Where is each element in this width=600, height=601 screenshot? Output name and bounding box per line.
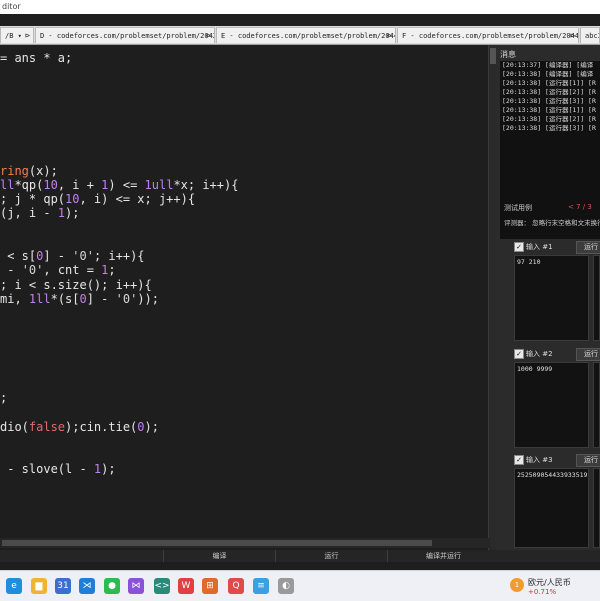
tab-b[interactable]: /B ▾ ⊳: [0, 27, 34, 43]
code-line[interactable]: ll*qp(10, i + 1) <= 1ull*x; i++){: [0, 178, 238, 192]
case-output-field[interactable]: [593, 468, 600, 548]
log-line: [20:13:38] [编译器] [编译: [502, 70, 594, 78]
action-bar: 编译 运行 编译并运行: [0, 550, 600, 562]
test-cases-title: 测试用例: [504, 204, 532, 212]
notification-badge: 1: [510, 578, 524, 592]
exchange-rate-change: +0.71%: [528, 588, 557, 596]
tab-arrow-icon: ⊳: [206, 31, 211, 40]
tab-abc[interactable]: abc38: [580, 27, 600, 43]
wps-icon[interactable]: W: [178, 578, 194, 594]
calendar-app-icon[interactable]: 31: [55, 578, 71, 594]
case-checkbox[interactable]: ✓: [514, 349, 524, 359]
case-input-field[interactable]: 252509054433933519: [514, 468, 589, 548]
log-line: [20:13:38] [运行器[1]] [R: [502, 79, 596, 87]
tab-label: abc38: [585, 32, 599, 40]
tab-label: /B ▾: [5, 32, 22, 40]
code-line[interactable]: ring(x);: [0, 164, 58, 178]
tab-bar: /B ▾ ⊳ D - codeforces.com/problemset/prob…: [0, 26, 600, 45]
test-cases-pager[interactable]: < 7 / 3: [568, 203, 592, 211]
case-output-field[interactable]: [593, 255, 600, 341]
case-label: 输入 #2: [526, 350, 553, 358]
wechat-icon[interactable]: ●: [104, 578, 120, 594]
code-line[interactable]: (j, i - 1);: [0, 206, 79, 220]
exchange-rate-widget[interactable]: 1 欧元/人民币 +0.71%: [510, 576, 600, 598]
tab-d[interactable]: D - codeforces.com/problemset/problem/20…: [35, 27, 215, 43]
case-input-field[interactable]: 1000 9999: [514, 362, 589, 448]
code-editor[interactable]: = ans * a; ring(x); ll*qp(10, i + 1) <= 1u…: [0, 45, 490, 550]
vscode-icon[interactable]: ⋊: [79, 578, 95, 594]
code-line[interactable]: ; j * qp(10, i) <= x; j++){: [0, 192, 195, 206]
messages-title: 消息: [500, 50, 516, 59]
code-line[interactable]: ; i < s.size(); i++){: [0, 278, 152, 292]
case-run-button[interactable]: 运行: [576, 454, 600, 467]
checker-label: 评测器： 忽略行末空格和文末换行: [504, 219, 600, 227]
file-explorer-icon[interactable]: ▆: [31, 578, 47, 594]
tab-label: F - codeforces.com/problemset/problem/20…: [402, 32, 579, 40]
visual-studio-icon[interactable]: ⋈: [128, 578, 144, 594]
browser-icon[interactable]: ◐: [278, 578, 294, 594]
code-line[interactable]: mi, 1ll*(s[0] - '0'));: [0, 292, 159, 306]
log-line: [20:13:38] [运行器[3]] [R: [502, 97, 596, 105]
edge-icon[interactable]: e: [6, 578, 22, 594]
tab-e[interactable]: E - codeforces.com/problemset/problem/20…: [216, 27, 396, 43]
case-label: 输入 #1: [526, 243, 553, 251]
log-line: [20:13:38] [运行器[1]] [R: [502, 106, 596, 114]
code-line[interactable]: = ans * a;: [0, 51, 72, 65]
log-line: [20:13:38] [运行器[2]] [R: [502, 115, 596, 123]
window-title: ditor: [2, 2, 21, 11]
side-panel: 消息 [20:13:37] [编译器] [编译 [20:13:38] [编译器] …: [496, 45, 600, 550]
code-line[interactable]: < s[0] - '0'; i++){: [0, 249, 144, 263]
qq-icon[interactable]: Q: [228, 578, 244, 594]
code-line[interactable]: - slove(l - 1);: [0, 462, 115, 476]
case-run-button[interactable]: 运行: [576, 241, 600, 254]
taskbar: 1 欧元/人民币 +0.71% e ▆ 31 ⋊ ● ⋈ <> W ⊞ Q ≡ ◐: [0, 570, 600, 601]
code-line[interactable]: - '0', cnt = 1;: [0, 263, 115, 277]
case-label: 输入 #3: [526, 456, 553, 464]
tab-arrow-icon: ⊳: [570, 31, 575, 40]
cph-editor-icon[interactable]: <>: [154, 578, 170, 594]
code-line[interactable]: ;: [0, 391, 7, 405]
tab-label: D - codeforces.com/problemset/problem/20…: [40, 32, 215, 40]
run-button[interactable]: 运行: [275, 550, 387, 562]
log-line: [20:13:38] [运行器[2]] [R: [502, 88, 596, 96]
log-line: [20:13:37] [编译器] [编译: [502, 61, 594, 69]
log-line: [20:13:38] [运行器[3]] [R: [502, 124, 596, 132]
scrollbar-thumb[interactable]: [2, 540, 432, 546]
tab-f[interactable]: F - codeforces.com/problemset/problem/20…: [397, 27, 579, 43]
case-checkbox[interactable]: ✓: [514, 455, 524, 465]
case-checkbox[interactable]: ✓: [514, 242, 524, 252]
compile-button[interactable]: 编译: [163, 550, 275, 562]
case-run-button[interactable]: 运行: [576, 348, 600, 361]
tab-label: E - codeforces.com/problemset/problem/20…: [221, 32, 396, 40]
tab-arrow-icon: ⊳: [25, 31, 30, 40]
window-title-bar: ditor: [0, 0, 600, 14]
code-line[interactable]: dio(false);cin.tie(0);: [0, 420, 159, 434]
tab-arrow-icon: ⊳: [387, 31, 392, 40]
case-output-field[interactable]: [593, 362, 600, 448]
editor-horizontal-scrollbar[interactable]: [0, 538, 490, 548]
case-input-field[interactable]: 97 210: [514, 255, 589, 341]
store-icon[interactable]: ⊞: [202, 578, 218, 594]
notepad-icon[interactable]: ≡: [253, 578, 269, 594]
exchange-rate-name: 欧元/人民币: [528, 578, 571, 587]
compile-run-button[interactable]: 编译并运行: [387, 550, 499, 562]
